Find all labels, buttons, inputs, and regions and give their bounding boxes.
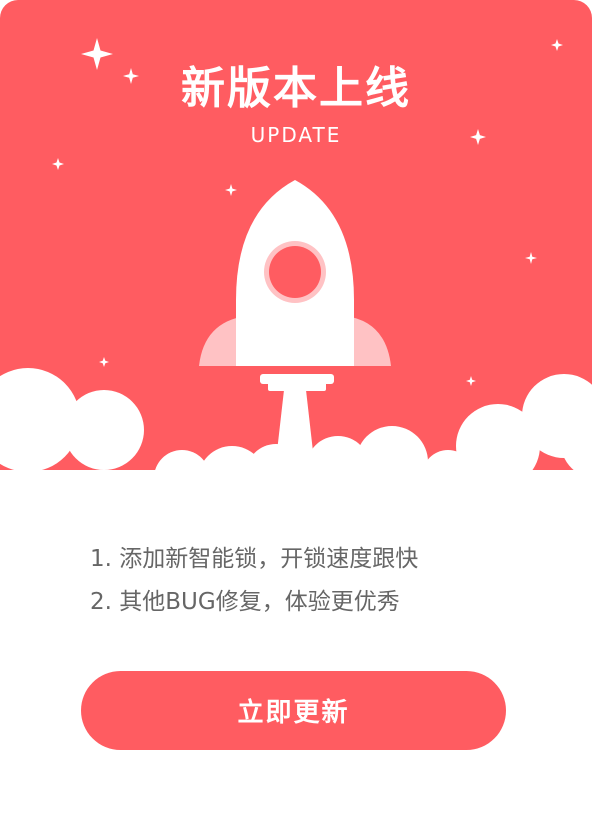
dialog-title: 新版本上线 (181, 63, 411, 114)
update-now-button[interactable]: 立即更新 (81, 671, 506, 750)
sparkle-star-icon (225, 184, 237, 196)
release-note-item: 1. 添加新智能锁，开锁速度跟快 (90, 546, 419, 572)
release-notes: 1. 添加新智能锁，开锁速度跟快 2. 其他BUG修复，体验更优秀 (90, 540, 530, 626)
update-dialog: 新版本上线 UPDATE 1. 添加新智能锁，开锁速度跟快 2. 其他BUG修复… (0, 0, 592, 814)
release-note-item: 2. 其他BUG修复，体验更优秀 (90, 589, 400, 615)
rocket-window (269, 246, 321, 298)
sparkle-star-icon (466, 376, 476, 386)
sparkle-star-icon (99, 357, 109, 367)
sparkle-star-icon (551, 39, 563, 51)
sparkle-star-icon (52, 158, 64, 170)
rocket-icon (199, 180, 391, 478)
sparkle-star-icon (525, 252, 537, 264)
dialog-subtitle: UPDATE (250, 123, 342, 147)
rocket-nozzle-base (268, 382, 326, 391)
